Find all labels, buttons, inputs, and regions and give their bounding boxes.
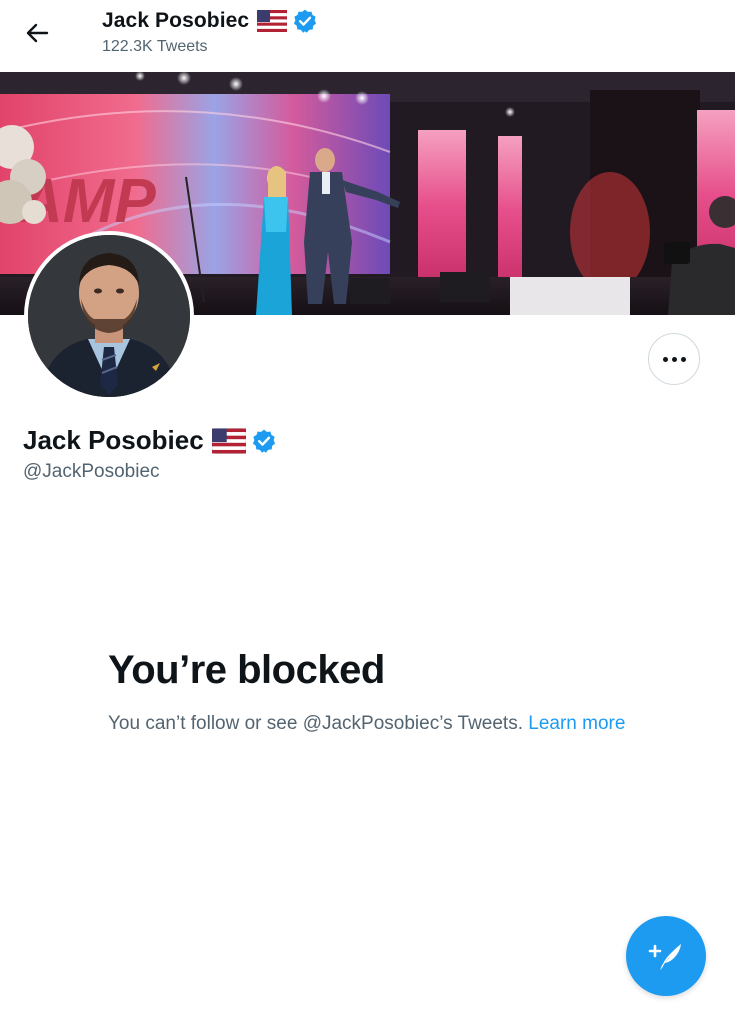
blocked-message-text: You can’t follow or see @JackPosobiec’s … xyxy=(108,713,529,734)
blocked-message: You can’t follow or see @JackPosobiec’s … xyxy=(108,709,668,738)
verified-badge-icon xyxy=(294,9,317,33)
us-flag-icon xyxy=(211,427,246,454)
top-header: Jack Posobiec 122.3K Tweets xyxy=(0,0,735,72)
verified-badge-icon xyxy=(252,429,275,453)
back-button[interactable] xyxy=(20,18,54,48)
more-options-button[interactable] xyxy=(648,333,700,385)
us-flag-icon xyxy=(257,10,288,32)
learn-more-link[interactable]: Learn more xyxy=(528,713,625,734)
more-options-icon xyxy=(661,356,688,362)
profile-name: Jack Posobiec xyxy=(23,425,204,455)
profile-handle: @JackPosobiec xyxy=(23,461,160,482)
avatar[interactable] xyxy=(24,231,194,401)
header-name: Jack Posobiec xyxy=(102,9,250,32)
compose-tweet-icon xyxy=(648,944,681,970)
avatar-image xyxy=(28,235,190,397)
profile-name-row: Jack Posobiec xyxy=(23,425,277,456)
compose-tweet-button[interactable] xyxy=(626,916,706,996)
tweet-count: 122.3K Tweets xyxy=(102,38,208,55)
header-title-row: Jack Posobiec xyxy=(102,8,318,34)
back-arrow-icon xyxy=(26,23,49,43)
blocked-title: You’re blocked xyxy=(108,648,385,692)
